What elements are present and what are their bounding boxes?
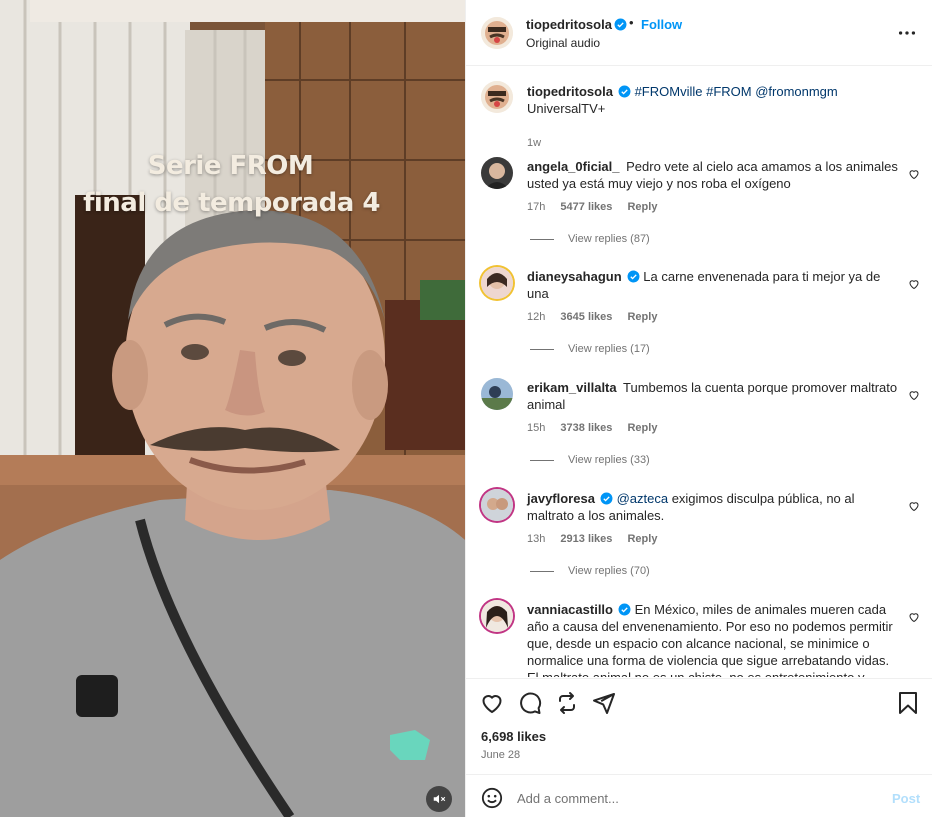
comment-meta: 15h 3738 likes Reply xyxy=(527,422,669,434)
comment-username[interactable]: vanniacastillo xyxy=(527,602,613,617)
commenter-avatar-image xyxy=(481,378,513,410)
comment-likes[interactable]: 5477 likes xyxy=(560,201,612,213)
video-overlay-line2: final de temporada 4 xyxy=(83,188,380,218)
video-overlay-line1: Serie FROM xyxy=(147,151,314,181)
comment-text-block: javyfloresa @azteca exigimos disculpa pú… xyxy=(527,490,899,524)
comment-time: 13h xyxy=(527,533,546,545)
comment-text-block: dianeysahagun La carne envenenada para t… xyxy=(527,268,899,302)
caption-time: 1w xyxy=(527,137,542,149)
commenter-avatar[interactable] xyxy=(481,157,513,189)
view-replies-label[interactable]: View replies (70) xyxy=(568,565,650,577)
author-avatar-image xyxy=(481,17,513,49)
comment-username[interactable]: javyfloresa xyxy=(527,491,595,506)
caption-username[interactable]: tiopedritosola xyxy=(527,84,613,99)
view-replies-button[interactable]: View replies (33) xyxy=(530,454,650,466)
commenter-avatar[interactable] xyxy=(481,600,513,632)
reply-button[interactable]: Reply xyxy=(627,201,657,213)
view-replies-label[interactable]: View replies (17) xyxy=(568,343,650,355)
commenter-avatar[interactable] xyxy=(481,489,513,521)
commenter-avatar[interactable] xyxy=(481,267,513,299)
comment-meta: 13h 2913 likes Reply xyxy=(527,533,669,545)
verified-badge-icon xyxy=(600,492,613,505)
post-actions: 6,698 likes June 28 xyxy=(466,678,932,774)
comment-like-heart-icon[interactable] xyxy=(908,389,920,401)
post-media[interactable]: Serie FROM final de temporada 4 xyxy=(0,0,465,817)
comment-likes[interactable]: 3645 likes xyxy=(560,311,612,323)
comment-input[interactable] xyxy=(517,787,877,809)
replies-divider xyxy=(530,570,554,572)
comments-list[interactable]: tiopedritosola #FROMville #FROM @fromonm… xyxy=(466,67,932,677)
more-horizontal-icon[interactable] xyxy=(896,22,918,44)
caption-avatar-image xyxy=(481,81,513,113)
comment-time: 12h xyxy=(527,311,546,323)
bookmark-icon[interactable] xyxy=(896,691,920,715)
reply-button[interactable]: Reply xyxy=(627,311,657,323)
commenter-avatar[interactable] xyxy=(481,378,513,410)
caption-text: UniversalTV+ xyxy=(527,101,606,116)
caption-tags[interactable]: #FROMville #FROM @fromonmgm xyxy=(635,84,838,99)
comment-username[interactable]: dianeysahagun xyxy=(527,269,622,284)
send-icon[interactable] xyxy=(592,691,616,715)
view-replies-button[interactable]: View replies (87) xyxy=(530,233,650,245)
mute-button[interactable] xyxy=(426,786,452,812)
verified-badge-icon xyxy=(614,18,627,31)
comment-composer: Post xyxy=(466,774,932,817)
post-date[interactable]: June 28 xyxy=(481,749,520,761)
commenter-avatar-image xyxy=(481,157,513,189)
caption-avatar[interactable] xyxy=(481,81,513,113)
comment-meta: 12h 3645 likes Reply xyxy=(527,311,669,323)
comment-username[interactable]: angela_0ficial_ xyxy=(527,159,620,174)
verified-badge-icon xyxy=(618,85,631,98)
audio-label[interactable]: Original audio xyxy=(526,36,600,50)
commenter-avatar-image xyxy=(481,600,513,632)
emoji-icon[interactable] xyxy=(481,787,503,809)
replies-divider xyxy=(530,238,554,240)
reply-button[interactable]: Reply xyxy=(627,533,657,545)
commenter-avatar-image xyxy=(481,267,513,299)
view-replies-label[interactable]: View replies (33) xyxy=(568,454,650,466)
comment-meta: 17h 5477 likes Reply xyxy=(527,201,669,213)
replies-divider xyxy=(530,459,554,461)
comment-username[interactable]: erikam_villalta xyxy=(527,380,617,395)
video-frame xyxy=(0,0,465,817)
comment-likes[interactable]: 2913 likes xyxy=(560,533,612,545)
comment-time: 15h xyxy=(527,422,546,434)
comment-text-block: erikam_villalta Tumbemos la cuenta porqu… xyxy=(527,379,899,413)
post-header: tiopedritosola • Follow Original audio xyxy=(466,0,932,66)
repost-icon[interactable] xyxy=(555,691,579,715)
view-replies-button[interactable]: View replies (17) xyxy=(530,343,650,355)
author-avatar[interactable] xyxy=(481,17,513,49)
comment-text-block: angela_0ficial_ Pedro vete al cielo aca … xyxy=(527,158,899,192)
header-separator: • xyxy=(629,15,634,30)
post-like-count[interactable]: 6,698 likes xyxy=(481,729,546,744)
author-username[interactable]: tiopedritosola xyxy=(526,17,627,32)
speaker-muted-icon xyxy=(433,794,446,804)
post-button[interactable]: Post xyxy=(892,791,920,806)
comment-like-heart-icon[interactable] xyxy=(908,611,920,623)
heart-icon[interactable] xyxy=(480,691,504,715)
comment-like-heart-icon[interactable] xyxy=(908,278,920,290)
author-username-text[interactable]: tiopedritosola xyxy=(526,17,612,32)
comment-time: 17h xyxy=(527,201,546,213)
view-replies-button[interactable]: View replies (70) xyxy=(530,565,650,577)
comment-icon[interactable] xyxy=(518,691,542,715)
comment-mention[interactable]: @azteca xyxy=(617,491,669,506)
reply-button[interactable]: Reply xyxy=(627,422,657,434)
verified-badge-icon xyxy=(627,270,640,283)
view-replies-label[interactable]: View replies (87) xyxy=(568,233,650,245)
comment-like-heart-icon[interactable] xyxy=(908,500,920,512)
comment-likes[interactable]: 3738 likes xyxy=(560,422,612,434)
commenter-avatar-image xyxy=(481,489,513,521)
replies-divider xyxy=(530,348,554,350)
caption-text-block: tiopedritosola #FROMville #FROM @fromonm… xyxy=(527,83,899,117)
post-details-panel: tiopedritosola • Follow Original audio t… xyxy=(465,0,932,817)
comment-like-heart-icon[interactable] xyxy=(908,168,920,180)
follow-button[interactable]: Follow xyxy=(641,17,682,32)
comment-text-block: vanniacastillo En México, miles de anima… xyxy=(527,601,899,677)
verified-badge-icon xyxy=(618,603,631,616)
